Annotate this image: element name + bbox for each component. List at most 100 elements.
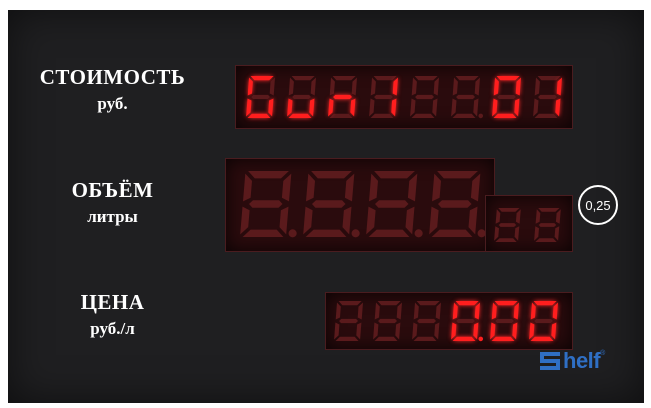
cost-digits — [246, 76, 562, 119]
segment-a — [537, 76, 561, 81]
segment-b — [513, 302, 519, 320]
segment-d — [493, 113, 517, 118]
segment-d — [413, 336, 437, 341]
cost-title: СТОИМОСТЬ — [39, 65, 186, 89]
segment-g — [292, 94, 311, 100]
segment-e — [529, 322, 535, 340]
segment-d — [329, 113, 353, 118]
segment-g — [495, 318, 514, 324]
decimal-point — [288, 229, 297, 238]
shelf-logo: helf ® — [540, 346, 605, 376]
segment-e — [369, 98, 375, 117]
segment-a — [377, 301, 401, 306]
segment-b — [310, 77, 316, 96]
segment-g — [417, 318, 436, 324]
segment-f — [288, 77, 294, 96]
segment-b — [474, 302, 480, 320]
segment-c — [391, 98, 397, 117]
digit-3 — [451, 301, 484, 342]
segment-a — [250, 76, 274, 81]
segment-e — [451, 98, 457, 117]
price-label: ЦЕНА руб./л — [30, 290, 195, 339]
cost-unit: руб. — [97, 94, 128, 113]
segment-b — [556, 77, 562, 96]
segment-a — [414, 76, 438, 81]
segment-g — [312, 200, 346, 208]
digit-7 — [533, 76, 562, 118]
volume-unit: литры — [87, 207, 138, 226]
cost-display — [235, 65, 573, 129]
segment-g — [497, 94, 516, 100]
segment-c — [512, 322, 518, 340]
volume-label: ОБЪЁМ литры — [30, 178, 195, 227]
segment-a — [311, 171, 352, 179]
registered-mark: ® — [600, 350, 606, 357]
segment-f — [374, 302, 380, 320]
segment-f — [493, 77, 499, 96]
segment-b — [433, 77, 439, 96]
digit-2 — [328, 76, 357, 118]
segment-c — [514, 226, 520, 241]
segment-b — [470, 173, 481, 202]
segment-g — [415, 94, 434, 100]
segment-d — [411, 113, 435, 118]
digit-3 — [369, 76, 398, 118]
segment-f — [369, 173, 378, 202]
segment-d — [452, 113, 476, 118]
segment-e — [492, 98, 498, 117]
digit-0 — [334, 301, 363, 341]
segment-g — [456, 318, 475, 324]
digit-5 — [451, 76, 484, 119]
digit-5 — [529, 301, 558, 341]
segment-d — [288, 113, 312, 118]
segment-c — [432, 98, 438, 117]
decimal-point — [478, 336, 484, 342]
segment-f — [247, 77, 253, 96]
segment-d — [368, 229, 410, 237]
segment-e — [451, 322, 457, 340]
digit-2 — [412, 301, 441, 341]
decimal-point — [478, 113, 484, 119]
digit-5 — [534, 208, 561, 242]
decimal-point — [414, 229, 423, 238]
segment-c — [468, 206, 478, 235]
segment-c — [268, 98, 274, 117]
digit-4 — [494, 208, 521, 242]
segment-g — [251, 94, 270, 100]
segment-f — [530, 302, 536, 320]
segment-c — [405, 206, 415, 235]
segment-f — [306, 173, 315, 202]
price-display — [325, 292, 573, 350]
segment-a — [496, 76, 520, 81]
segment-f — [452, 302, 458, 320]
segment-f — [535, 209, 541, 224]
segment-f — [370, 77, 376, 96]
segment-a — [437, 171, 478, 179]
segment-b — [351, 77, 357, 96]
segment-c — [395, 322, 401, 340]
volume-title: ОБЪЁМ — [71, 178, 154, 202]
segment-d — [247, 113, 271, 118]
segment-d — [495, 238, 517, 242]
segment-b — [357, 302, 363, 320]
shelf-logo-icon — [540, 352, 560, 370]
digit-0 — [240, 171, 297, 238]
segment-b — [396, 302, 402, 320]
segment-b — [269, 77, 275, 96]
digit-1 — [287, 76, 316, 118]
segment-a — [416, 301, 440, 306]
segment-d — [370, 113, 394, 118]
segment-e — [334, 322, 340, 340]
volume-decimals-display — [485, 195, 573, 252]
segment-e — [373, 322, 379, 340]
segment-f — [432, 173, 441, 202]
segment-f — [534, 77, 540, 96]
volume-decimal-digits — [494, 208, 561, 242]
segment-c — [514, 98, 520, 117]
segment-f — [413, 302, 419, 320]
segment-g — [374, 94, 393, 100]
segment-d — [335, 336, 359, 341]
price-digits — [334, 301, 558, 342]
segment-c — [555, 98, 561, 117]
segment-c — [350, 98, 356, 117]
